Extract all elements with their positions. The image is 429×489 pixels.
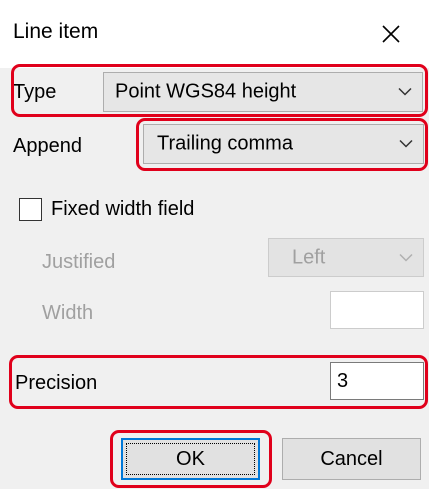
type-dropdown[interactable]: Point WGS84 height xyxy=(103,72,423,112)
cancel-button[interactable]: Cancel xyxy=(282,438,421,480)
close-icon xyxy=(382,25,400,43)
chevron-down-icon xyxy=(398,87,412,96)
append-label: Append xyxy=(13,135,82,157)
cancel-button-label: Cancel xyxy=(320,447,383,470)
justified-dropdown-value: Left xyxy=(292,246,326,268)
fixed-width-label: Fixed width field xyxy=(51,198,195,220)
chevron-down-icon xyxy=(399,253,413,262)
append-dropdown-value: Trailing comma xyxy=(157,132,293,155)
dialog-title: Line item xyxy=(13,20,99,43)
type-dropdown-value: Point WGS84 height xyxy=(115,80,297,103)
justified-dropdown[interactable]: Left xyxy=(268,238,424,277)
precision-input[interactable]: 3 xyxy=(330,362,424,400)
close-button[interactable] xyxy=(369,14,413,54)
justified-label: Justified xyxy=(42,251,116,273)
title-bar: Line item xyxy=(0,0,429,68)
width-input[interactable] xyxy=(330,291,424,329)
precision-label: Precision xyxy=(15,372,98,394)
append-dropdown[interactable]: Trailing comma xyxy=(143,124,424,164)
fixed-width-checkbox[interactable] xyxy=(19,198,42,221)
focus-rectangle xyxy=(126,443,255,475)
type-label: Type xyxy=(13,81,57,103)
chevron-down-icon xyxy=(399,139,413,148)
ok-button[interactable]: OK xyxy=(121,438,260,480)
width-label: Width xyxy=(42,302,94,324)
